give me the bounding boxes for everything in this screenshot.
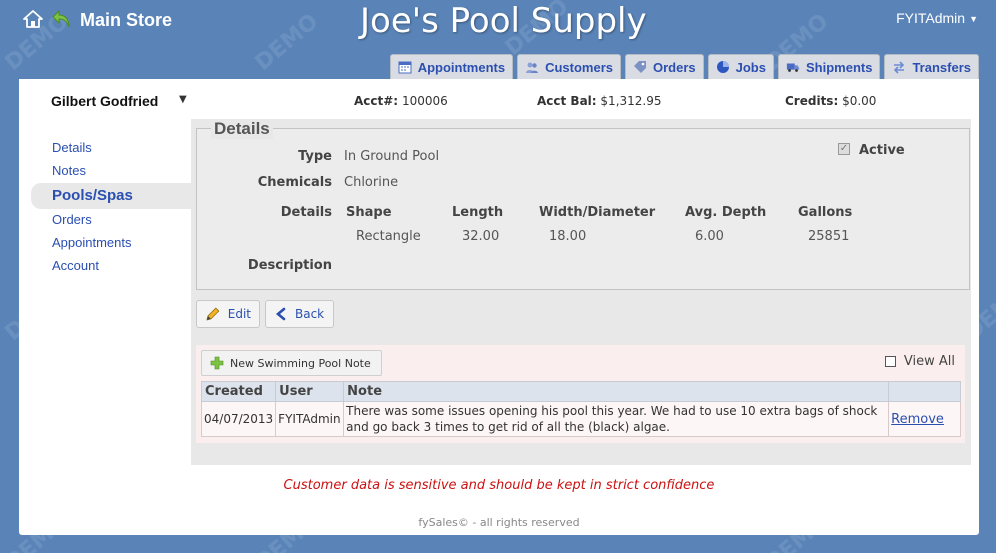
side-nav: Details Notes Pools/Spas Orders Appointm… [31,137,191,278]
note-created: 04/07/2013 [200,401,277,437]
account-balance-label: Acct Bal: [537,94,597,108]
back-label: Back [295,307,325,321]
details-label: Details [280,205,332,220]
top-bar: Main Store Joe's Pool Supply FYITAdmin ▼ [0,0,996,54]
dimension-header: Avg. Depth [685,205,767,220]
footer: fySales© - all rights reserved [418,516,580,529]
note-text: There was some issues opening his pool t… [343,401,890,437]
column-header: Note [343,381,890,402]
dimension-value: 32.00 [462,229,500,244]
dimension-value: 25851 [808,229,850,244]
tab-orders[interactable]: Orders [625,54,704,79]
pencil-icon [206,307,220,321]
dimension-header: Shape [346,205,392,220]
truck-icon [786,63,800,72]
credits: Credits: $0.00 [785,94,876,108]
customer-bar: Gilbert Godfried ▼ Acct#: 100006 Acct Ba… [19,79,979,115]
tag-icon [634,61,646,73]
account-balance-value: $1,312.95 [600,94,662,108]
home-icon[interactable] [22,9,44,29]
user-menu[interactable]: FYITAdmin ▼ [896,10,978,26]
dimension-header: Gallons [798,205,853,220]
sidebar-item-account[interactable]: Account [31,255,191,278]
back-button[interactable]: Back [265,300,334,328]
chemicals-value: Chlorine [344,175,399,190]
details-legend: Details [211,119,273,139]
account-balance: Acct Bal: $1,312.95 [537,94,662,108]
account-number-value: 100006 [401,94,448,108]
tab-label: Customers [545,59,613,75]
dimension-value: 6.00 [695,229,724,244]
sidebar-item-pools-spas[interactable]: Pools/Spas [31,183,191,209]
users-icon [526,62,539,73]
content-area: Details Type In Ground Pool Chemicals Ch… [191,119,971,465]
type-label: Type [298,149,332,164]
back-arrow-icon[interactable] [50,7,74,31]
new-note-label: New Swimming Pool Note [230,356,371,370]
view-all-label: View All [903,354,955,369]
active-label: Active [859,143,905,158]
tab-customers[interactable]: Customers [517,54,621,79]
active-checkbox[interactable]: ✓ [838,143,850,155]
credits-value: $0.00 [842,94,877,108]
details-fieldset: Details Type In Ground Pool Chemicals Ch… [196,119,970,290]
chevron-left-icon [275,307,286,321]
notes-table: Created User Note 04/07/2013 FYITAdmin T… [200,381,961,437]
edit-label: Edit [227,307,251,321]
dimension-header: Length [452,205,504,220]
credits-label: Credits: [785,94,839,108]
tab-label: Orders [653,59,696,75]
dimension-value: 18.00 [549,229,587,244]
tab-label: Transfers [912,59,971,75]
tab-appointments[interactable]: Appointments [389,54,514,79]
notes-section: New Swimming Pool Note View All Created … [196,345,965,443]
view-all-checkbox[interactable] [884,356,896,367]
account-number: Acct#: 100006 [354,94,448,108]
chevron-down-icon[interactable]: ▼ [179,94,187,105]
user-name: FYITAdmin [896,10,966,26]
view-all-toggle[interactable]: View All [884,354,955,369]
main-panel: Gilbert Godfried ▼ Acct#: 100006 Acct Ba… [19,79,979,535]
dimension-header: Width/Diameter [539,205,656,220]
sidebar-item-details[interactable]: Details [31,137,191,160]
plus-icon [210,356,224,370]
remove-note-link[interactable]: Remove [891,412,944,427]
app-title: Joe's Pool Supply [360,1,647,41]
tab-transfers[interactable]: Transfers [884,54,979,79]
dimension-value: Rectangle [356,229,421,244]
note-user: FYITAdmin [275,401,345,437]
type-value: In Ground Pool [344,149,440,164]
tab-jobs[interactable]: Jobs [707,54,774,79]
account-number-label: Acct#: [354,94,399,108]
calendar-icon [398,61,412,74]
sidebar-item-orders[interactable]: Orders [31,209,191,232]
customer-name[interactable]: Gilbert Godfried [51,93,158,109]
pie-icon [716,61,729,73]
sidebar-item-appointments[interactable]: Appointments [31,232,191,255]
column-header [888,381,961,402]
chevron-down-icon: ▼ [969,14,978,25]
tab-shipments[interactable]: Shipments [777,54,881,79]
edit-button[interactable]: Edit [196,300,260,328]
table-row: 04/07/2013 FYITAdmin There was some issu… [200,401,961,437]
sidebar-item-notes[interactable]: Notes [31,160,191,183]
tab-label: Shipments [805,59,873,75]
column-header: Created [200,381,277,402]
arrows-icon [894,61,905,74]
tab-label: Jobs [735,59,766,75]
column-header: User [275,381,345,402]
chemicals-label: Chemicals [257,175,332,190]
main-tabs: Appointments Customers Orders Jobs Shipm… [389,54,979,79]
store-name[interactable]: Main Store [80,10,172,31]
new-note-button[interactable]: New Swimming Pool Note [201,350,382,376]
tab-label: Appointments [417,59,506,75]
confidentiality-notice: Customer data is sensitive and should be… [283,478,715,493]
description-label: Description [247,258,332,273]
